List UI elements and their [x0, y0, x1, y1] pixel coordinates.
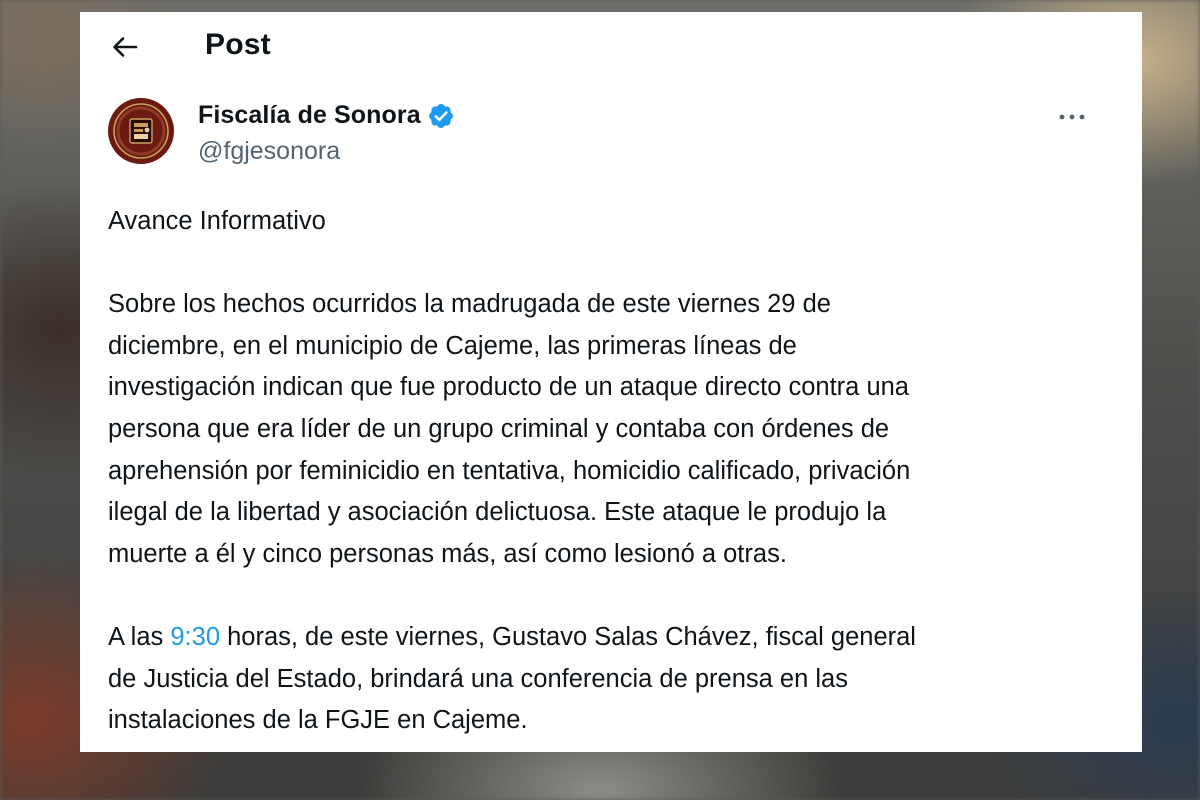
post-paragraph-line: aprehensión por feminicidio en tentativa…: [108, 456, 911, 485]
text-rest: horas, de este viernes, Gustavo Salas Ch…: [220, 622, 916, 651]
post-paragraph-line: de Justicia del Estado, brindará una con…: [108, 664, 848, 693]
post-paragraph-line: investigación indican que fue producto d…: [108, 373, 909, 402]
more-horizontal-icon: [1059, 114, 1085, 120]
post-paragraph-line: diciembre, en el municipio de Cajeme, la…: [108, 331, 797, 360]
text-prefix: A las: [108, 622, 171, 651]
author-handle[interactable]: @fgjesonora: [198, 137, 340, 166]
post-paragraph-line: muerte a él y cinco personas más, así co…: [108, 539, 787, 568]
post-text: Avance Informativo Sobre los hechos ocur…: [108, 201, 1118, 742]
post-paragraph-line: Sobre los hechos ocurridos la madrugada …: [108, 290, 831, 319]
post-card: Post Fiscalía de Sonora @fgjesonora Avan: [80, 12, 1142, 752]
post-paragraph-line: instalaciones de la FGJE en Cajeme.: [108, 706, 528, 735]
display-name: Fiscalía de Sonora: [198, 101, 421, 129]
post-heading: Avance Informativo: [108, 207, 326, 235]
more-options-button[interactable]: [1052, 105, 1092, 129]
post-header: Post: [80, 12, 1142, 84]
fiscalia-logo-icon: [108, 98, 174, 164]
time-link[interactable]: 9:30: [170, 623, 220, 651]
post-paragraph-line: persona que era líder de un grupo crimin…: [108, 414, 890, 443]
page-title: Post: [205, 28, 271, 61]
avatar[interactable]: [108, 98, 174, 164]
arrow-left-icon: [113, 37, 138, 57]
post-paragraph-line: ilegal de la libertad y asociación delic…: [108, 498, 887, 527]
back-button[interactable]: [110, 32, 140, 62]
author-name-row[interactable]: Fiscalía de Sonora: [198, 101, 455, 130]
post-paragraph-line: A las 9:30 horas, de este viernes, Gusta…: [108, 617, 1118, 659]
verified-badge-icon: [428, 103, 453, 128]
